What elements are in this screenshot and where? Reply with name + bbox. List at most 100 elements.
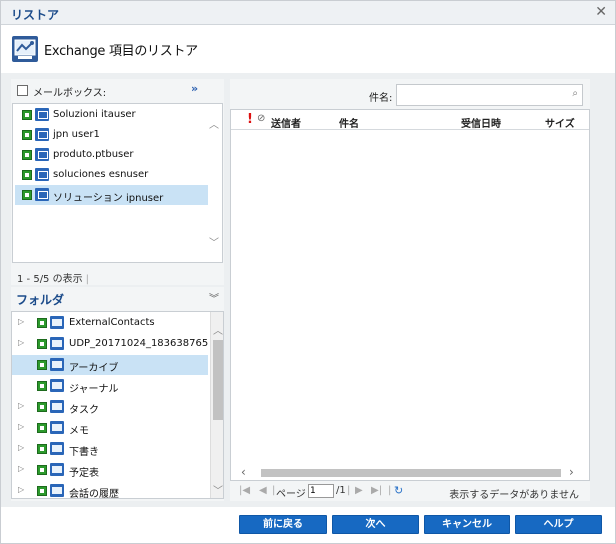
restore-dialog: リストア ✕ Exchange 項目のリストア メールボックス: » Soluz… [0, 0, 616, 544]
mailbox-item-label: jpn user1 [53, 129, 100, 140]
mailbox-item[interactable]: produto.ptbuser [15, 145, 208, 165]
next-page-icon[interactable]: ▶ [355, 485, 363, 496]
column-header-size[interactable]: サイズ [545, 115, 575, 130]
mailbox-label: メールボックス: [33, 88, 107, 99]
folder-item-label: 会話の履歴 [69, 489, 119, 499]
back-button[interactable]: 前に戻る [239, 515, 327, 534]
scrollbar-thumb[interactable] [261, 469, 561, 477]
mailbox-pager: 1 - 5/5 の表示 | [17, 270, 89, 285]
folder-item-label: タスク [69, 405, 99, 416]
double-chevron-down-icon[interactable]: ︾ [209, 290, 219, 305]
next-button[interactable]: 次へ [332, 515, 419, 534]
folder-item-label: ジャーナル [69, 384, 119, 395]
search-box: ⌕ [396, 84, 583, 106]
journal-icon [50, 379, 64, 392]
folder-item-label: メモ [69, 426, 89, 437]
chevron-down-icon[interactable]: ﹀ [211, 482, 223, 497]
mailbox-item-label: soluciones esnuser [53, 169, 149, 180]
page-total: /1 [336, 485, 346, 496]
page-label: ページ [276, 489, 306, 500]
expand-triangle-icon[interactable]: ▷ [18, 317, 24, 326]
message-panel: 件名: ⌕ ! ⊘ 送信者 件名 受信日時 サイズ ‹ › |◀ ◀ | ページ… [230, 79, 590, 501]
status-square-icon [22, 130, 32, 140]
folder-item[interactable]: ▷ タスク [12, 397, 208, 417]
folder-item-label: ExternalContacts [69, 317, 155, 328]
grid-pager: |◀ ◀ | ページ /1 | ▶ ▶| | ↻ 表示するデータがありません [230, 483, 590, 501]
expand-triangle-icon[interactable]: ▷ [18, 485, 24, 494]
status-square-icon [37, 339, 47, 349]
mailbox-item[interactable]: Soluzioni itauser [15, 105, 208, 125]
chevron-up-icon[interactable]: ︿ [207, 116, 221, 131]
status-text: 表示するデータがありません [449, 490, 579, 501]
expand-triangle-icon[interactable]: ▷ [18, 401, 24, 410]
column-header-subject[interactable]: 件名 [339, 115, 359, 130]
importance-icon[interactable]: ! [247, 112, 253, 127]
folder-item[interactable]: ▷ 下書き [12, 439, 208, 459]
scrollbar-thumb[interactable] [213, 340, 223, 420]
status-square-icon [37, 402, 47, 412]
page-header: Exchange 項目のリストア [1, 26, 615, 72]
page-title: Exchange 項目のリストア [44, 44, 198, 59]
mailbox-item[interactable]: soluciones esnuser [15, 165, 208, 185]
prev-page-icon[interactable]: ◀ [259, 485, 267, 496]
cancel-button[interactable]: キャンセル [424, 515, 510, 534]
divider: | [272, 485, 276, 496]
double-chevron-right-icon[interactable]: » [191, 82, 198, 95]
first-page-icon[interactable]: |◀ [239, 485, 250, 496]
folder-item-label: 下書き [69, 447, 99, 458]
mailbox-icon [35, 148, 49, 161]
mailbox-item[interactable]: jpn user1 [15, 125, 208, 145]
chevron-down-icon[interactable]: ﹀ [207, 234, 221, 249]
folder-tree: ▷ ExternalContacts ▷ UDP_20171024_183638… [11, 311, 224, 499]
select-all-mailboxes-checkbox[interactable] [17, 85, 28, 96]
mailbox-icon [35, 128, 49, 141]
chevron-left-icon[interactable]: ‹ [241, 465, 246, 479]
last-page-icon[interactable]: ▶| [371, 485, 382, 496]
search-icon[interactable]: ⌕ [572, 88, 578, 99]
grid-horizontal-scrollbar[interactable]: ‹ › [231, 465, 589, 480]
close-icon[interactable]: ✕ [595, 4, 607, 20]
mailbox-scrollbar[interactable]: ︿ ﹀ [207, 104, 221, 262]
folder-item[interactable]: ジャーナル [12, 376, 208, 396]
status-square-icon [22, 150, 32, 160]
note-icon [50, 421, 64, 434]
folder-item-selected[interactable]: アーカイブ [12, 355, 208, 375]
folder-icon [50, 484, 64, 497]
refresh-icon[interactable]: ↻ [394, 484, 403, 497]
status-square-icon [37, 465, 47, 475]
folder-item[interactable]: ▷ 会話の履歴 [12, 481, 208, 499]
attachment-icon[interactable]: ⊘ [257, 113, 265, 124]
expand-triangle-icon[interactable]: ▷ [18, 443, 24, 452]
mailbox-count-text: 1 - 5/5 の表示 [17, 274, 83, 285]
folder-item[interactable]: ▷ UDP_20171024_183638765 [12, 334, 208, 354]
folder-title: フォルダ [16, 293, 65, 307]
folder-item[interactable]: ▷ 予定表 [12, 460, 208, 480]
folder-scrollbar[interactable]: ︿ ﹀ [210, 312, 223, 498]
status-square-icon [37, 318, 47, 328]
page-number-input[interactable] [308, 484, 334, 498]
folder-item-label: 予定表 [69, 468, 99, 479]
column-header-received[interactable]: 受信日時 [461, 115, 501, 130]
column-header-sender[interactable]: 送信者 [271, 115, 301, 130]
folder-panel: フォルダ ︾ ▷ ExternalContacts ▷ UDP_20171024… [11, 287, 224, 501]
mailbox-panel: メールボックス: » Soluzioni itauser jpn user1 p… [11, 79, 224, 285]
folder-icon [50, 316, 64, 329]
mailbox-item-selected[interactable]: ソリューション ipnuser [15, 185, 208, 205]
expand-triangle-icon[interactable]: ▷ [18, 338, 24, 347]
chevron-right-icon[interactable]: › [569, 465, 574, 479]
calendar-icon [50, 463, 64, 476]
mailbox-icon [35, 108, 49, 121]
folder-item[interactable]: ▷ メモ [12, 418, 208, 438]
divider: | [85, 274, 89, 285]
folder-icon [50, 358, 64, 371]
content-area: メールボックス: » Soluzioni itauser jpn user1 p… [1, 73, 615, 507]
mailbox-header: メールボックス: » [11, 79, 224, 103]
status-square-icon [37, 423, 47, 433]
help-button[interactable]: ヘルプ [515, 515, 602, 534]
folder-item[interactable]: ▷ ExternalContacts [12, 313, 208, 333]
expand-triangle-icon[interactable]: ▷ [18, 464, 24, 473]
chevron-up-icon[interactable]: ︿ [211, 322, 223, 337]
subject-search-input[interactable] [401, 88, 561, 102]
expand-triangle-icon[interactable]: ▷ [18, 422, 24, 431]
mailbox-icon [35, 168, 49, 181]
